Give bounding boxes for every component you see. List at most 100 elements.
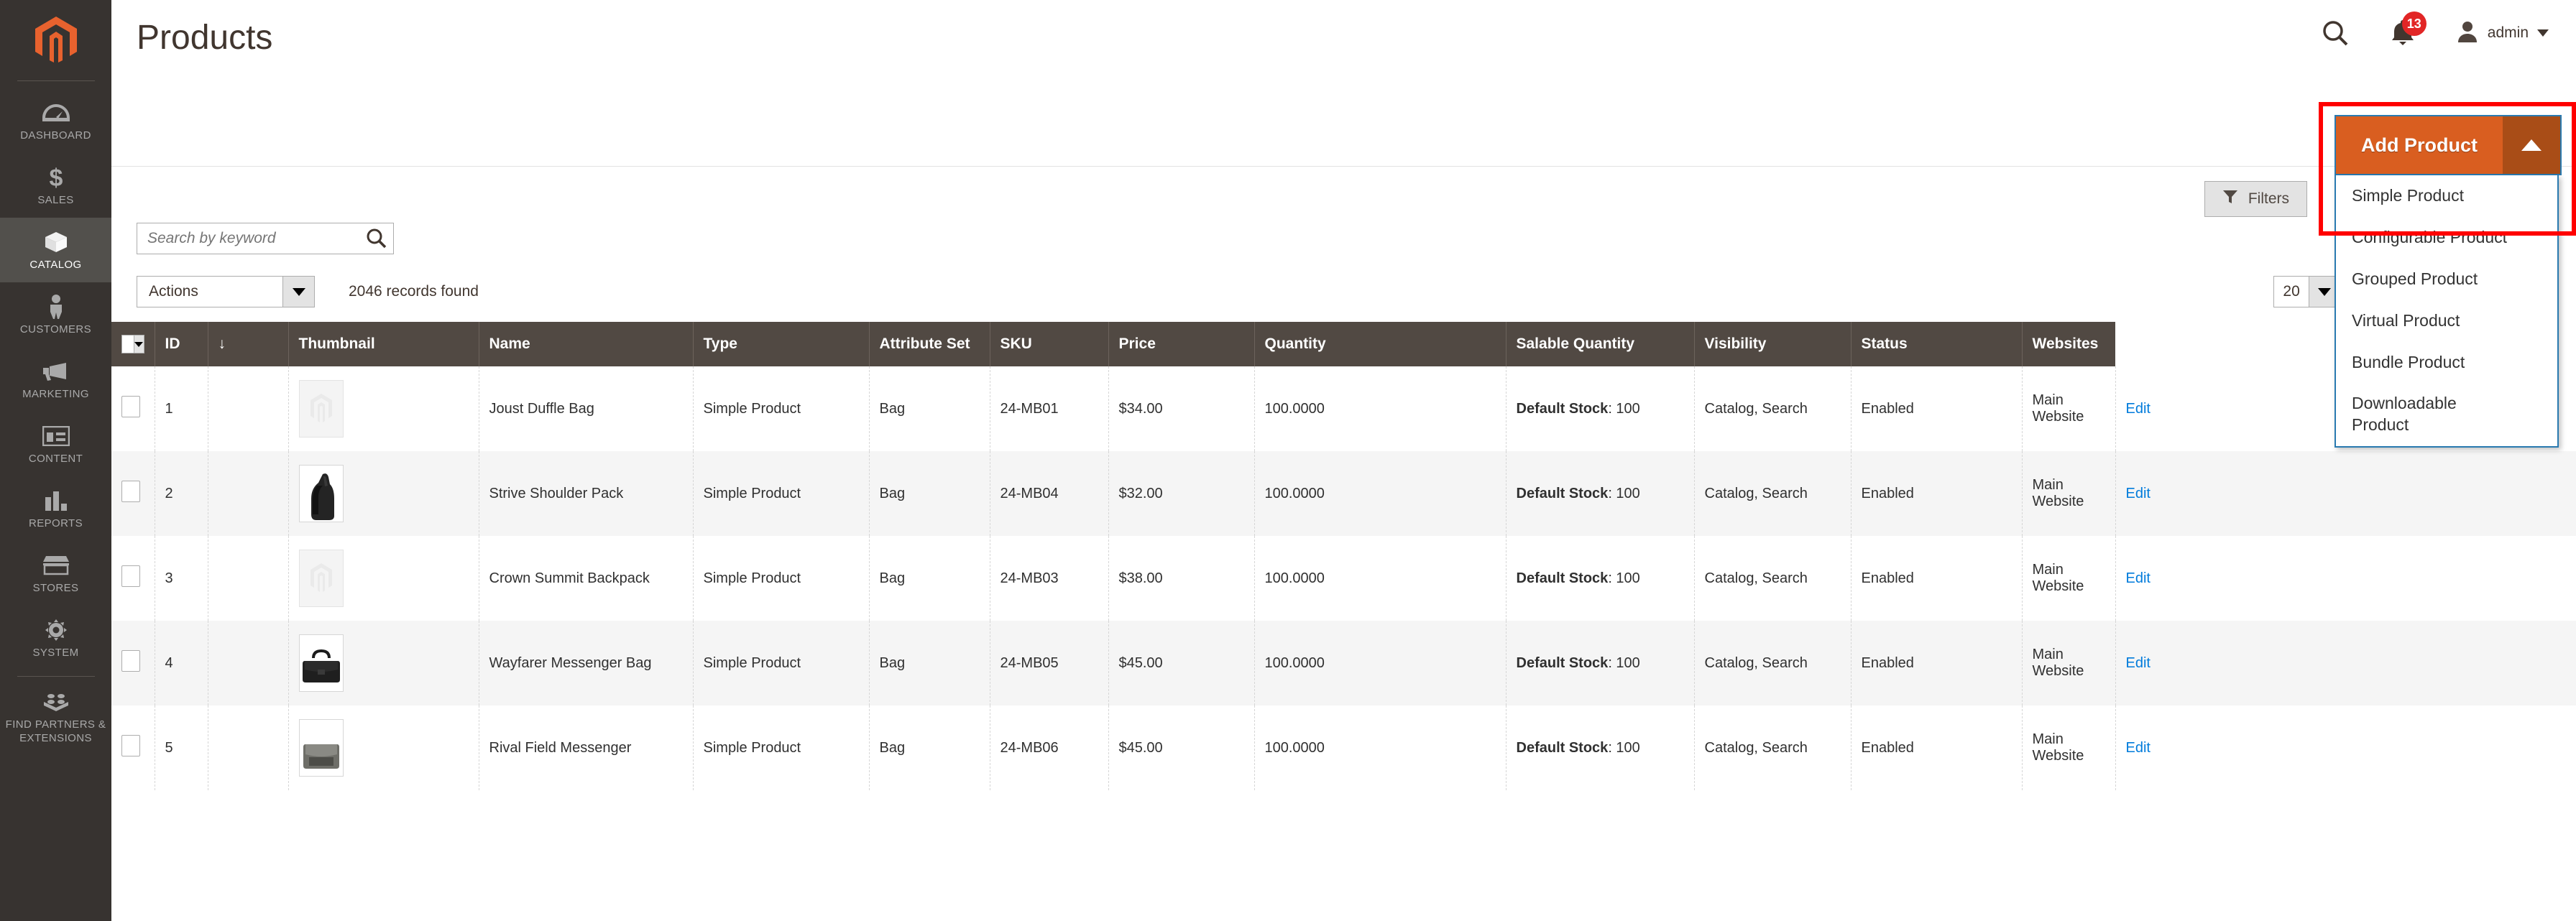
column-header-sku[interactable]: SKU: [990, 322, 1109, 366]
cell-salable-quantity: Default Stock: 100: [1506, 705, 1695, 790]
cell-thumbnail[interactable]: [288, 451, 479, 536]
cell-thumbnail[interactable]: [288, 705, 479, 790]
cell-type: Simple Product: [693, 705, 870, 790]
chevron-down-icon[interactable]: [134, 335, 144, 353]
edit-link[interactable]: Edit: [2126, 486, 2150, 501]
table-row[interactable]: 3 Crown Summit Backpack Simple Product B…: [111, 536, 2576, 621]
grid-header: ID ↓ Thumbnail Name Type Attribute Set S…: [111, 322, 2576, 366]
edit-link[interactable]: Edit: [2126, 570, 2150, 586]
menu-item-bundle-product[interactable]: Bundle Product: [2336, 342, 2557, 384]
column-header-salable-quantity[interactable]: Salable Quantity: [1506, 322, 1695, 366]
admin-sidebar: DASHBOARD $ SALES CATALOG CUSTOMERS MARK…: [0, 0, 111, 921]
grid-header-row: ID ↓ Thumbnail Name Type Attribute Set S…: [111, 322, 2576, 366]
menu-item-grouped-product[interactable]: Grouped Product: [2336, 259, 2557, 300]
magento-logo-icon[interactable]: [0, 0, 111, 80]
row-select-cell[interactable]: [111, 621, 155, 705]
cell-action[interactable]: Edit: [2115, 451, 2576, 536]
notifications-bell-icon[interactable]: 13: [2390, 11, 2426, 47]
cell-spacer: [208, 451, 289, 536]
add-product-split-button: Add Product Simple Product Configurable …: [2334, 115, 2562, 448]
cell-action[interactable]: Edit: [2115, 705, 2576, 790]
column-header-visibility[interactable]: Visibility: [1694, 322, 1852, 366]
table-row[interactable]: 1 Joust Duffle Bag Simple Product Bag 24…: [111, 366, 2576, 451]
sidebar-item-reports[interactable]: REPORTS: [0, 476, 111, 541]
column-header-quantity[interactable]: Quantity: [1254, 322, 1506, 366]
sidebar-item-content[interactable]: CONTENT: [0, 412, 111, 476]
add-product-button-group[interactable]: Add Product: [2334, 115, 2562, 175]
product-photo-messenger-icon: [298, 634, 344, 692]
sidebar-item-label: REPORTS: [28, 517, 83, 529]
column-header-websites[interactable]: Websites: [2022, 322, 2115, 366]
menu-item-configurable-product[interactable]: Configurable Product: [2336, 217, 2557, 259]
row-checkbox[interactable]: [121, 481, 140, 502]
sidebar-item-dashboard[interactable]: DASHBOARD: [0, 88, 111, 153]
row-select-cell[interactable]: [111, 366, 155, 451]
per-page-dropdown[interactable]: 20: [2273, 276, 2340, 307]
edit-link[interactable]: Edit: [2126, 655, 2150, 671]
sidebar-item-label: CUSTOMERS: [19, 323, 92, 335]
sidebar-item-label: DASHBOARD: [20, 129, 91, 142]
menu-item-virtual-product[interactable]: Virtual Product: [2336, 300, 2557, 342]
product-photo-backpack-icon: [298, 465, 344, 522]
row-checkbox[interactable]: [121, 565, 140, 587]
menu-item-simple-product[interactable]: Simple Product: [2336, 175, 2557, 217]
sidebar-item-catalog[interactable]: CATALOG: [0, 218, 111, 282]
box-icon: [42, 230, 70, 254]
row-checkbox[interactable]: [121, 735, 140, 756]
search-icon[interactable]: [2321, 19, 2350, 47]
column-label: Salable Quantity: [1516, 335, 1635, 352]
row-checkbox[interactable]: [121, 396, 140, 417]
sidebar-item-sales[interactable]: $ SALES: [0, 153, 111, 218]
cell-thumbnail[interactable]: [288, 621, 479, 705]
search-input[interactable]: [137, 230, 360, 247]
row-select-cell[interactable]: [111, 451, 155, 536]
cell-action[interactable]: Edit: [2115, 536, 2576, 621]
table-row[interactable]: 4 Wayfarer Messenger Bag Simple Product …: [111, 621, 2576, 705]
page-title: Products: [137, 19, 273, 57]
cell-thumbnail[interactable]: [288, 536, 479, 621]
sidebar-item-marketing[interactable]: MARKETING: [0, 347, 111, 412]
column-header-name[interactable]: Name: [479, 322, 694, 366]
cell-price: $38.00: [1108, 536, 1255, 621]
select-all-checkbox[interactable]: [121, 335, 134, 353]
cell-action[interactable]: Edit: [2115, 621, 2576, 705]
sidebar-item-stores[interactable]: STORES: [0, 541, 111, 606]
edit-link[interactable]: Edit: [2126, 740, 2150, 756]
search-by-keyword-box[interactable]: [137, 223, 394, 254]
chevron-down-icon: [2537, 29, 2549, 37]
stock-source-label: Default Stock: [1516, 400, 1609, 417]
table-row[interactable]: 2 Strive Shoulder Pack Simple Product Ba…: [111, 451, 2576, 536]
sidebar-item-find-partners-extensions[interactable]: FIND PARTNERS & EXTENSIONS: [0, 680, 111, 754]
stock-qty-value: : 100: [1608, 654, 1640, 671]
actions-dropdown[interactable]: Actions: [137, 276, 315, 307]
cell-salable-quantity: Default Stock: 100: [1506, 621, 1695, 705]
column-header-sort-indicator[interactable]: ↓: [208, 322, 289, 366]
column-header-status[interactable]: Status: [1851, 322, 2023, 366]
cell-quantity: 100.0000: [1254, 705, 1506, 790]
stock-source-label: Default Stock: [1516, 739, 1609, 756]
edit-link[interactable]: Edit: [2126, 401, 2150, 417]
column-header-id[interactable]: ID: [155, 322, 208, 366]
sidebar-item-customers[interactable]: CUSTOMERS: [0, 282, 111, 347]
filters-button[interactable]: Filters: [2204, 181, 2307, 217]
sidebar-item-system[interactable]: SYSTEM: [0, 606, 111, 670]
column-header-attribute-set[interactable]: Attribute Set: [869, 322, 990, 366]
column-header-thumbnail[interactable]: Thumbnail: [288, 322, 479, 366]
cell-attribute-set: Bag: [869, 366, 990, 451]
add-product-toggle-button[interactable]: [2503, 116, 2560, 174]
row-checkbox[interactable]: [121, 650, 140, 672]
row-select-cell[interactable]: [111, 536, 155, 621]
table-row[interactable]: 5 Rival Field Messenger Simple Product B…: [111, 705, 2576, 790]
select-all-column[interactable]: [111, 322, 155, 366]
add-product-button[interactable]: Add Product: [2336, 116, 2503, 174]
column-header-type[interactable]: Type: [693, 322, 870, 366]
actions-label: Actions: [149, 283, 198, 300]
menu-item-downloadable-product[interactable]: Downloadable Product: [2336, 383, 2458, 446]
admin-menu[interactable]: admin: [2456, 20, 2549, 47]
search-submit-icon[interactable]: [360, 228, 393, 249]
dashboard-gauge-icon: [42, 101, 70, 125]
cell-thumbnail[interactable]: [288, 366, 479, 451]
row-select-cell[interactable]: [111, 705, 155, 790]
column-header-price[interactable]: Price: [1108, 322, 1255, 366]
stock-qty-value: : 100: [1608, 400, 1640, 417]
